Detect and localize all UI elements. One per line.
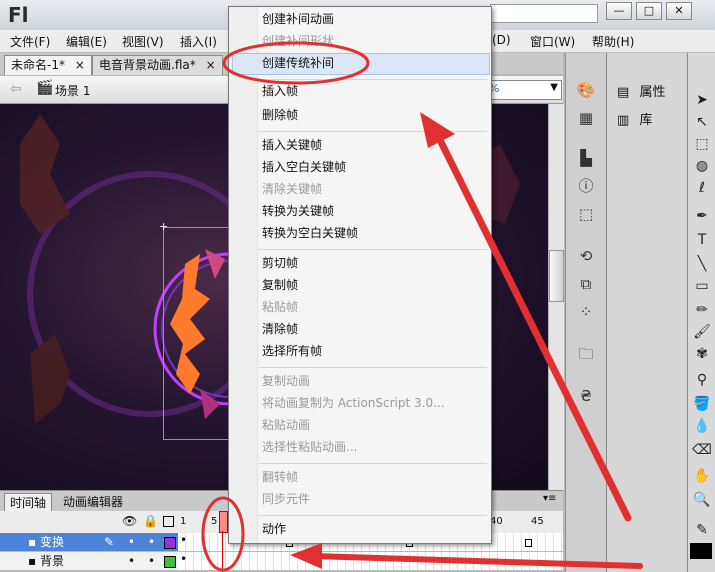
- highlight-ellipse: [222, 41, 370, 85]
- annotation-arrowhead: [290, 543, 322, 569]
- annotation-arrowhead: [420, 112, 455, 148]
- annotation-arrow-line: [309, 553, 643, 569]
- playhead-ellipse: [201, 496, 245, 572]
- annotation-arrow-line: [432, 128, 632, 522]
- annotation-overlay: [201, 41, 643, 572]
